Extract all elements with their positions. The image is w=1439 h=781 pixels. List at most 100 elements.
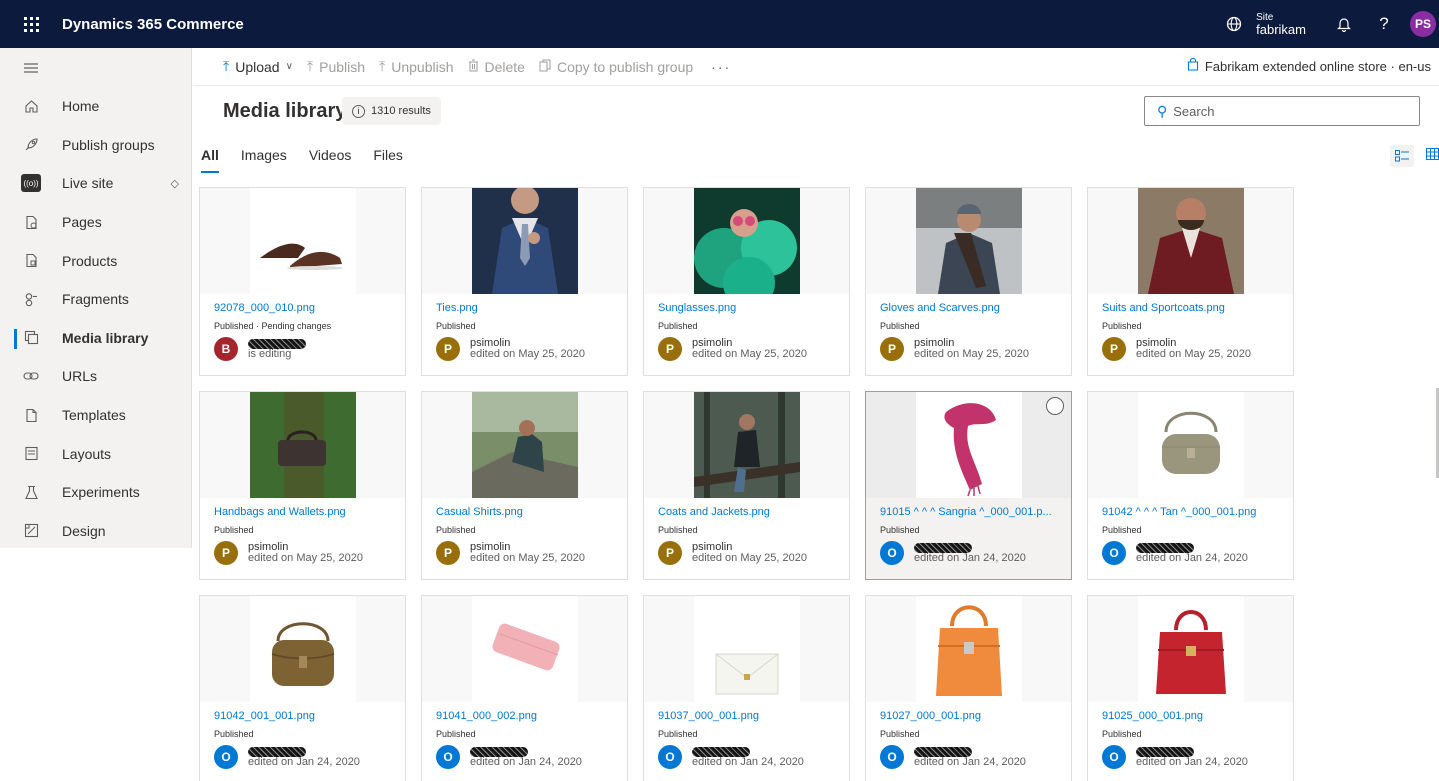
edit-info: edited on May 25, 2020 bbox=[692, 348, 807, 360]
sidebar-item-templates[interactable]: Templates bbox=[0, 396, 191, 435]
media-filename[interactable]: Casual Shirts.png bbox=[436, 506, 618, 518]
layouts-icon bbox=[0, 446, 62, 461]
media-card[interactable]: 91042 ^ ^ ^ Tan ^_000_001.png Published … bbox=[1087, 391, 1294, 580]
redacted-username bbox=[1136, 746, 1194, 757]
search-input[interactable] bbox=[1173, 103, 1394, 119]
sidebar-item-publish-groups[interactable]: Publish groups bbox=[0, 126, 191, 165]
page-title: Media library bbox=[223, 100, 347, 122]
media-status: Published bbox=[658, 321, 698, 331]
tab-all[interactable]: All bbox=[201, 147, 219, 175]
media-status: Published bbox=[1102, 525, 1142, 535]
edit-info: edited on Jan 24, 2020 bbox=[914, 755, 1026, 768]
list-view-button[interactable] bbox=[1390, 145, 1414, 167]
media-status: Published bbox=[658, 729, 698, 739]
tab-files[interactable]: Files bbox=[373, 147, 403, 175]
media-status: Published · Pending changes bbox=[214, 321, 332, 331]
sidebar-item-home[interactable]: Home bbox=[0, 87, 191, 126]
media-status: Published bbox=[436, 729, 476, 739]
media-card[interactable]: 91042_001_001.png Published O edited on … bbox=[199, 595, 406, 781]
publish-button[interactable]: ⤒ Publish bbox=[307, 58, 365, 75]
media-card[interactable]: Casual Shirts.png Published P psimolin e… bbox=[421, 391, 628, 580]
sidebar-item-products[interactable]: Products bbox=[0, 241, 191, 280]
edit-info: edited on Jan 24, 2020 bbox=[248, 755, 360, 768]
media-filename[interactable]: 91027_000_001.png bbox=[880, 710, 1062, 722]
media-filename[interactable]: Ties.png bbox=[436, 302, 618, 314]
media-library-icon bbox=[0, 330, 62, 345]
unpublish-button[interactable]: ⤒ Unpublish bbox=[379, 58, 453, 75]
hamburger-icon bbox=[24, 62, 38, 73]
tab-videos[interactable]: Videos bbox=[309, 147, 352, 175]
app-launcher-button[interactable] bbox=[0, 0, 62, 48]
site-picker[interactable]: Site fabrikam bbox=[1226, 12, 1306, 36]
user-avatar: O bbox=[436, 745, 460, 769]
sidebar-item-layouts[interactable]: Layouts bbox=[0, 434, 191, 473]
media-card[interactable]: Ties.png Published P psimolin edited on … bbox=[421, 187, 628, 376]
publish-icon: ⤒ bbox=[306, 58, 314, 74]
media-card[interactable]: Gloves and Scarves.png Published P psimo… bbox=[865, 187, 1072, 376]
media-filename[interactable]: 91037_000_001.png bbox=[658, 710, 840, 722]
media-card[interactable]: 91025_000_001.png Published O edited on … bbox=[1087, 595, 1294, 781]
store-selector[interactable]: Fabrikam extended online store · en-us bbox=[1187, 57, 1431, 74]
sidebar-item-media-library[interactable]: Media library bbox=[0, 319, 191, 358]
sidebar-item-fragments[interactable]: Fragments bbox=[0, 280, 191, 319]
media-filename[interactable]: 91015 ^ ^ ^ Sangria ^_000_001.p... bbox=[880, 506, 1062, 518]
copy-icon bbox=[539, 59, 551, 75]
media-card[interactable]: 92078_000_010.png Published · Pending ch… bbox=[199, 187, 406, 376]
media-card[interactable]: Handbags and Wallets.png Published P psi… bbox=[199, 391, 406, 580]
user-avatar: O bbox=[658, 745, 682, 769]
media-filename[interactable]: Sunglasses.png bbox=[658, 302, 840, 314]
sidebar-item-urls[interactable]: URLs bbox=[0, 357, 191, 396]
media-card[interactable]: Sunglasses.png Published P psimolin edit… bbox=[643, 187, 850, 376]
store-label: Fabrikam extended online store · en-us bbox=[1204, 58, 1431, 74]
notifications-button[interactable] bbox=[1324, 0, 1364, 48]
help-button[interactable]: ? bbox=[1364, 0, 1404, 48]
fragments-icon bbox=[0, 292, 62, 307]
edit-info: edited on May 25, 2020 bbox=[1136, 348, 1251, 360]
media-filename[interactable]: Handbags and Wallets.png bbox=[214, 506, 396, 518]
sidebar-item-live-site[interactable]: ((o)) Live site ◇ bbox=[0, 164, 191, 203]
edit-info: edited on Jan 24, 2020 bbox=[1136, 755, 1248, 768]
media-card[interactable]: Coats and Jackets.png Published P psimol… bbox=[643, 391, 850, 580]
media-filename[interactable]: 91041_000_002.png bbox=[436, 710, 618, 722]
command-bar: ⤒ Upload ∨ ⤒ Publish ⤒ Unpublish Delete … bbox=[193, 48, 1439, 86]
media-filename[interactable]: 91042 ^ ^ ^ Tan ^_000_001.png bbox=[1102, 506, 1284, 518]
media-type-tabs: All Images Videos Files bbox=[201, 147, 425, 175]
media-card[interactable]: 91037_000_001.png Published O edited on … bbox=[643, 595, 850, 781]
media-thumbnail bbox=[693, 188, 800, 294]
expand-chevron-icon[interactable]: ◇ bbox=[171, 177, 179, 190]
media-card[interactable]: 91041_000_002.png Published O edited on … bbox=[421, 595, 628, 781]
media-filename[interactable]: 91025_000_001.png bbox=[1102, 710, 1284, 722]
media-card[interactable]: 91015 ^ ^ ^ Sangria ^_000_001.p... Publi… bbox=[865, 391, 1072, 580]
media-thumbnail bbox=[915, 596, 1022, 702]
media-thumbnail bbox=[915, 188, 1022, 294]
grid-view-button[interactable] bbox=[1426, 147, 1439, 163]
edit-info: edited on Jan 24, 2020 bbox=[914, 551, 1026, 564]
sidebar-item-experiments[interactable]: Experiments bbox=[0, 473, 191, 512]
media-status: Published bbox=[214, 525, 254, 535]
select-checkbox[interactable] bbox=[1046, 397, 1064, 415]
media-filename[interactable]: Gloves and Scarves.png bbox=[880, 302, 1062, 314]
delete-button[interactable]: Delete bbox=[468, 59, 525, 75]
media-filename[interactable]: 91042_001_001.png bbox=[214, 710, 396, 722]
media-status: Published bbox=[436, 321, 476, 331]
media-card[interactable]: 91027_000_001.png Published O edited on … bbox=[865, 595, 1072, 781]
media-filename[interactable]: Coats and Jackets.png bbox=[658, 506, 840, 518]
redacted-username bbox=[1136, 542, 1194, 553]
media-thumbnail bbox=[1137, 392, 1244, 498]
more-options-icon[interactable]: ··· bbox=[711, 59, 731, 75]
collapse-nav-button[interactable] bbox=[0, 48, 191, 87]
search-box[interactable]: ⚲ bbox=[1144, 96, 1420, 126]
pages-icon bbox=[0, 215, 62, 230]
copy-to-publish-group-button[interactable]: Copy to publish group bbox=[539, 59, 693, 75]
sidebar-item-label: Design bbox=[62, 522, 106, 539]
sidebar-item-design[interactable]: Design bbox=[0, 512, 191, 551]
sidebar-item-pages[interactable]: Pages bbox=[0, 203, 191, 242]
media-filename[interactable]: Suits and Sportcoats.png bbox=[1102, 302, 1284, 314]
media-thumbnail bbox=[249, 596, 356, 702]
tab-images[interactable]: Images bbox=[241, 147, 287, 175]
media-card[interactable]: Suits and Sportcoats.png Published P psi… bbox=[1087, 187, 1294, 376]
upload-button[interactable]: ⤒ Upload ∨ bbox=[223, 58, 293, 75]
user-avatar[interactable]: PS bbox=[1410, 11, 1436, 37]
media-filename[interactable]: 92078_000_010.png bbox=[214, 302, 396, 314]
user-avatar: O bbox=[1102, 541, 1126, 565]
